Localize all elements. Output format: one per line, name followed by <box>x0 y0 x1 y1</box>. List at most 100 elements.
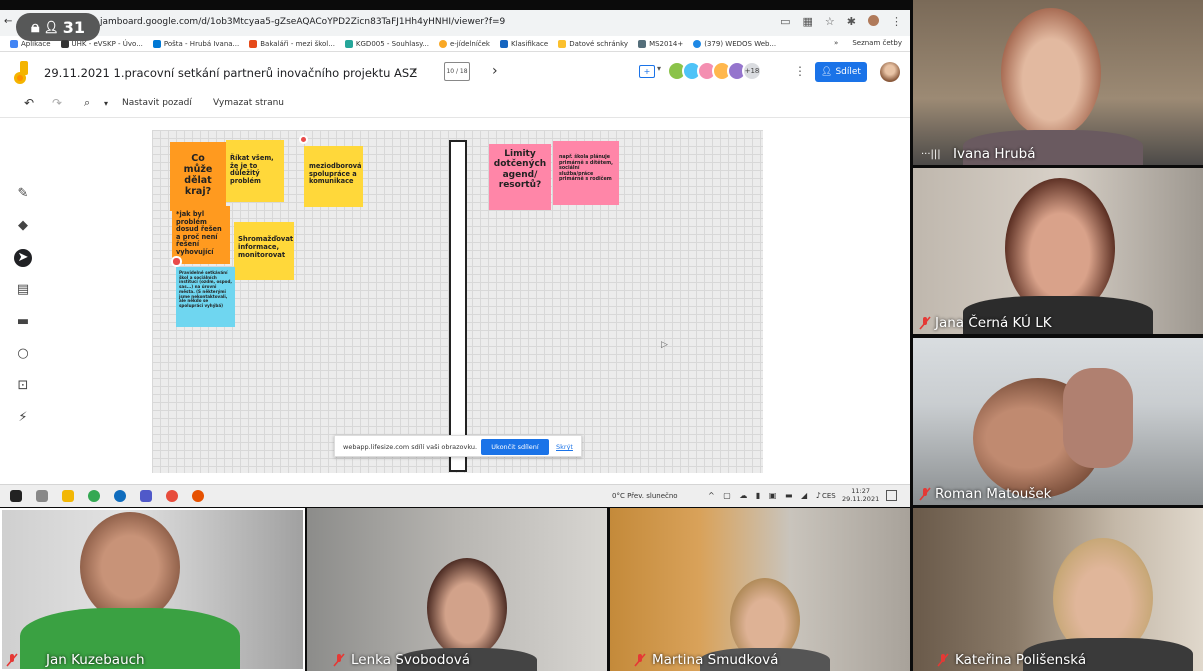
sticky-note[interactable]: Co může dělat kraj? <box>170 142 226 211</box>
eraser-icon[interactable]: ◆ <box>14 217 32 235</box>
board-title[interactable]: 29.11.2021 1.pracovní setkání partnerů i… <box>44 66 417 80</box>
undo-icon[interactable]: ↶ <box>24 96 34 110</box>
jamboard-header: 29.11.2021 1.pracovní setkání partnerů i… <box>0 52 910 92</box>
frame-indicator[interactable]: 10 / 18 <box>444 62 470 81</box>
person-head <box>427 558 507 658</box>
bookmark-item[interactable]: Bakaláři - mezi škol... <box>249 39 335 48</box>
lifesize-icon[interactable] <box>192 490 204 502</box>
zoom-caret-icon[interactable]: ▾ <box>104 99 108 108</box>
collaborator-avatars[interactable]: +18 <box>667 61 762 81</box>
clear-frame-button[interactable]: Vymazat stranu <box>213 98 284 108</box>
zoom-icon[interactable]: ⌕ <box>84 96 90 110</box>
task-view-icon[interactable] <box>36 490 48 502</box>
next-frame-icon[interactable]: › <box>492 63 498 79</box>
notification-icon[interactable] <box>886 490 897 501</box>
board-divider-line[interactable] <box>449 140 467 472</box>
bookmarks-more[interactable]: » <box>834 39 838 47</box>
cast-icon[interactable]: ▭ <box>780 15 790 28</box>
opera-icon[interactable] <box>166 490 178 502</box>
taskbar-clock[interactable]: 11:27 29.11.2021 <box>842 487 879 504</box>
bookmark-item[interactable]: Klasifikace <box>499 39 548 48</box>
active-tile-border <box>0 508 305 671</box>
person-head <box>1001 8 1101 138</box>
sticky-note[interactable]: Říkat všem, že je to důležitý problém <box>226 140 284 202</box>
menu-icon[interactable]: ⋮ <box>891 15 902 28</box>
participant-name: Ivana Hrubá <box>953 146 1036 162</box>
back-arrow-icon[interactable]: ← <box>4 16 12 27</box>
more-options-icon[interactable]: ⋮ <box>794 64 806 78</box>
edge-icon[interactable] <box>114 490 126 502</box>
participant-name: Kateřina Polišenská <box>955 652 1087 668</box>
chevron-down-icon[interactable]: ▾ <box>657 64 661 73</box>
sticky-note-icon[interactable]: ▤ <box>14 281 32 299</box>
mouse-cursor-icon: ▷ <box>661 340 668 350</box>
drawing-tools: ✎ ◆ ➤ ▤ ▬ ○ ⊡ ⚡ <box>12 185 34 427</box>
select-icon[interactable]: ➤ <box>14 249 32 267</box>
teams-icon[interactable] <box>140 490 152 502</box>
sticky-note[interactable]: Limity dotčených agend/ resortů? <box>489 144 551 210</box>
participant-name: Martina Smudková <box>652 652 779 668</box>
language-indicator[interactable]: CES <box>822 492 836 500</box>
laser-icon[interactable]: ⚡ <box>14 409 32 427</box>
recording-indicator[interactable]: 🔒︎ 👤︎ 31 <box>16 13 100 41</box>
share-button[interactable]: 👤︎ Sdílet <box>815 62 867 82</box>
file-explorer-icon[interactable] <box>62 490 74 502</box>
participant-count: 31 <box>62 17 85 37</box>
muted-mic-icon <box>919 487 931 501</box>
bookmark-item[interactable]: KGD005 - Souhlasy... <box>344 39 429 48</box>
bookmark-item[interactable]: Pošta - Hrubá Ivana... <box>152 39 239 48</box>
pin-icon <box>299 135 308 144</box>
participant-tile[interactable]: Kateřina Polišenská <box>913 508 1203 671</box>
pen-icon[interactable]: ✎ <box>14 185 32 203</box>
translate-icon[interactable]: ▦ <box>803 15 813 28</box>
taskbar-apps <box>10 490 204 502</box>
profile-icon[interactable] <box>868 15 879 26</box>
sticky-note[interactable]: Shromažďovat informace, monitorovat <box>234 222 294 280</box>
sticky-note[interactable]: meziodborová spolupráce a komunikace <box>304 146 363 207</box>
start-icon[interactable] <box>10 490 22 502</box>
bookmark-item[interactable]: Datové schránky <box>558 39 628 48</box>
sticky-note[interactable]: Pravidelné setkávání škol a sociálních i… <box>176 267 235 327</box>
url-text[interactable]: jamboard.google.com/d/1ob3Mtcyaa5-gZseAQ… <box>100 17 505 27</box>
present-icon[interactable]: + <box>639 65 655 78</box>
participants-icon: 👤︎ <box>43 20 59 34</box>
hide-notice-link[interactable]: Skrýt <box>556 443 573 451</box>
muted-mic-icon <box>937 653 949 667</box>
muted-mic-icon <box>919 316 931 330</box>
reading-list[interactable]: Seznam četby <box>852 39 902 47</box>
stop-sharing-button[interactable]: Ukončit sdílení <box>481 439 549 455</box>
image-icon[interactable]: ▬ <box>14 313 32 331</box>
participant-tile[interactable]: Jana Černá KÚ LK <box>913 168 1203 334</box>
sticky-note[interactable]: *jak byl problém dosud řešen a proč není… <box>172 206 230 264</box>
user-avatar[interactable] <box>880 62 900 82</box>
lock-icon: 🔒︎ <box>30 17 40 36</box>
participant-tile[interactable]: Lenka Svobodová <box>307 508 607 671</box>
system-tray-icons[interactable]: ^ ▢ ☁ ▮ ▣ ▬ ◢ ♪ <box>708 491 824 500</box>
weather-widget[interactable]: 0°C Přev. slunečno <box>612 492 678 500</box>
bookmarks-right: » Seznam četby <box>834 39 902 47</box>
participant-tile[interactable]: Jan Kuzebauch <box>0 508 305 671</box>
participant-tile[interactable]: Martina Smudková <box>610 508 910 671</box>
previous-frame-icon[interactable]: ‹ <box>412 63 418 79</box>
redo-icon[interactable]: ↷ <box>52 96 62 110</box>
bookmark-item[interactable]: MS2014+ <box>638 39 683 48</box>
jamboard-toolbar: ↶ ↷ ⌕ ▾ Nastavit pozadí Vymazat stranu <box>0 92 910 118</box>
chrome-icon[interactable] <box>88 490 100 502</box>
star-icon[interactable]: ☆ <box>825 15 835 28</box>
browser-address-bar[interactable]: ← jamboard.google.com/d/1ob3Mtcyaa5-gZse… <box>0 10 910 36</box>
jamboard-logo-icon <box>14 61 28 84</box>
circle-icon[interactable]: ○ <box>14 345 32 363</box>
muted-mic-icon <box>6 653 18 667</box>
participant-name: Jan Kuzebauch <box>46 652 145 668</box>
participant-tile[interactable]: Roman Matoušek <box>913 338 1203 505</box>
set-background-button[interactable]: Nastavit pozadí <box>122 98 192 108</box>
text-box-icon[interactable]: ⊡ <box>14 377 32 395</box>
screen-share-notice: webapp.lifesize.com sdílí vaši obrazovku… <box>334 435 582 457</box>
participant-name: Lenka Svobodová <box>351 652 471 668</box>
participant-tile[interactable]: Ivana Hrubá ···||| <box>913 0 1203 165</box>
puzzle-icon[interactable]: ✱ <box>847 15 856 28</box>
bookmark-item[interactable]: (379) WEDOS Web... <box>693 39 776 48</box>
sticky-note[interactable]: např. škola plánuje primárně s dítětem, … <box>553 141 619 205</box>
bookmark-item[interactable]: e-jídelníček <box>438 39 490 48</box>
muted-mic-icon <box>634 653 646 667</box>
